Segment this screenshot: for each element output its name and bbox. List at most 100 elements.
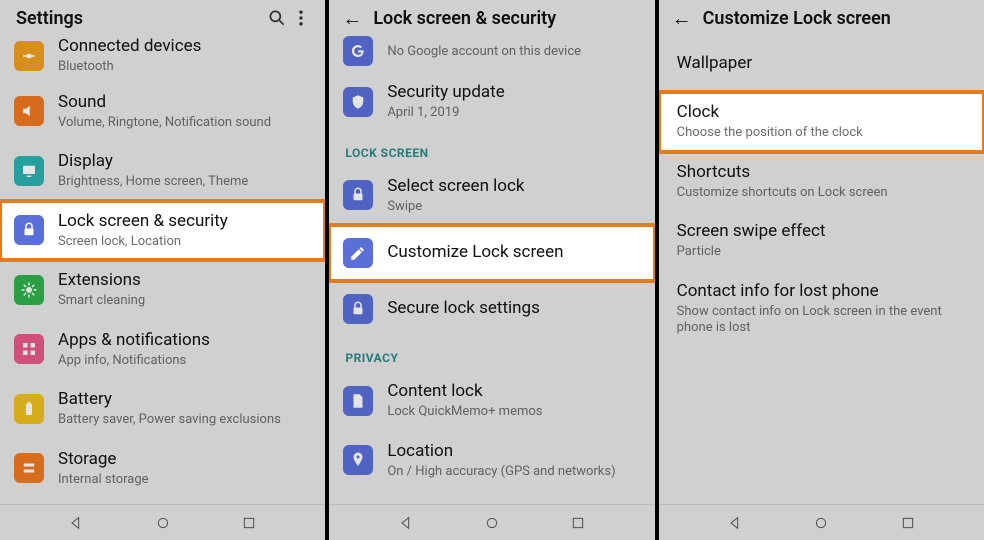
storage-icon: [14, 453, 44, 483]
lock-icon: [343, 180, 373, 210]
nav-home-icon[interactable]: [811, 513, 831, 533]
item-title: Select screen lock: [387, 176, 640, 197]
list-item[interactable]: No Google account on this device: [329, 36, 654, 72]
display-icon: [14, 156, 44, 186]
section-header: PRIVACY: [329, 337, 654, 371]
item-subtitle: Show contact info on Lock screen in the …: [677, 304, 970, 337]
ext-icon: [14, 275, 44, 305]
lock-security-list: No Google account on this device Security…: [329, 36, 654, 504]
header: Settings: [0, 0, 325, 36]
list-item[interactable]: Shortcuts Customize shortcuts on Lock scr…: [659, 152, 984, 212]
item-title: Contact info for lost phone: [677, 281, 970, 302]
section-header: LOCK SCREEN: [329, 132, 654, 166]
more-icon[interactable]: [289, 8, 313, 28]
list-item[interactable]: Location On / High accuracy (GPS and netw…: [329, 431, 654, 491]
item-subtitle: Smart cleaning: [58, 293, 311, 309]
item-title: Customize Lock screen: [387, 242, 640, 263]
list-item[interactable]: Apps & notificationsApp info, Notificati…: [0, 320, 325, 380]
item-subtitle: Screen lock, Location: [58, 234, 311, 250]
item-title: Content lock: [387, 381, 640, 402]
item-subtitle: Particle: [677, 244, 970, 260]
list-item[interactable]: Lock screen & security Screen lock, Locat…: [0, 201, 325, 261]
page-title: Lock screen & security: [373, 8, 642, 29]
google-icon: [343, 36, 373, 66]
item-title: Lock screen & security: [58, 211, 311, 232]
item-subtitle: Customize shortcuts on Lock screen: [677, 185, 970, 201]
list-item[interactable]: Wallpaper: [659, 36, 984, 92]
list-item[interactable]: Battery Battery saver, Power saving exclu…: [0, 379, 325, 439]
item-title: Display: [58, 151, 311, 172]
settings-list: Connected devices Bluetooth Sound Volume, R…: [0, 36, 325, 504]
pin-icon: [343, 445, 373, 475]
settings-panel: Settings Connected devices Bluetooth Sound…: [0, 0, 325, 540]
item-title: Wallpaper: [677, 53, 970, 74]
item-title: Shortcuts: [677, 162, 970, 183]
item-subtitle: On / High accuracy (GPS and networks): [387, 464, 640, 480]
nav-recent-icon[interactable]: [568, 513, 588, 533]
item-title: Security update: [387, 82, 640, 103]
nav-bar: [0, 504, 325, 540]
nav-bar: [659, 504, 984, 540]
item-subtitle: Volume, Ringtone, Notification sound: [58, 115, 311, 131]
lock-security-panel: ← Lock screen & security No Google accou…: [325, 0, 654, 540]
apps-icon: [14, 334, 44, 364]
nav-back-icon[interactable]: [725, 513, 745, 533]
item-title: Sound: [58, 92, 311, 113]
list-item[interactable]: Select screen lock Swipe: [329, 166, 654, 226]
list-item[interactable]: Content lock Lock QuickMemo+ memos: [329, 371, 654, 431]
list-item[interactable]: Storage Internal storage: [0, 439, 325, 499]
list-item[interactable]: Extensions Smart cleaning: [0, 260, 325, 320]
header: ← Lock screen & security: [329, 0, 654, 36]
customize-list: Wallpaper Clock Choose the position of the…: [659, 36, 984, 504]
doc-icon: [343, 386, 373, 416]
link-icon: [14, 41, 44, 71]
list-item[interactable]: Security update April 1, 2019: [329, 72, 654, 132]
list-item[interactable]: Sound Volume, Ringtone, Notification soun…: [0, 82, 325, 142]
item-subtitle: Bluetooth: [58, 59, 311, 75]
list-item[interactable]: Connected devices Bluetooth: [0, 36, 325, 82]
header: ← Customize Lock screen: [659, 0, 984, 36]
search-icon[interactable]: [265, 8, 289, 28]
list-item[interactable]: Clock Choose the position of the clock: [659, 92, 984, 152]
list-item[interactable]: Customize Lock screen: [329, 225, 654, 281]
back-icon[interactable]: ←: [671, 8, 693, 28]
item-subtitle: Internal storage: [58, 472, 311, 488]
item-title: Secure lock settings: [387, 298, 640, 319]
item-title: Screen swipe effect: [677, 221, 970, 242]
nav-recent-icon[interactable]: [239, 513, 259, 533]
sound-icon: [14, 96, 44, 126]
item-subtitle: No Google account on this device: [387, 44, 640, 60]
item-title: Connected devices: [58, 36, 311, 57]
item-subtitle: Battery saver, Power saving exclusions: [58, 412, 311, 428]
item-title: Clock: [677, 102, 970, 123]
nav-back-icon[interactable]: [396, 513, 416, 533]
item-title: Extensions: [58, 270, 311, 291]
nav-home-icon[interactable]: [482, 513, 502, 533]
list-item[interactable]: Screen swipe effect Particle: [659, 211, 984, 271]
lock-icon: [14, 215, 44, 245]
battery-icon: [14, 394, 44, 424]
item-subtitle: App info, Notifications: [58, 353, 311, 369]
nav-bar: [329, 504, 654, 540]
list-item[interactable]: Display Brightness, Home screen, Theme: [0, 141, 325, 201]
item-title: Storage: [58, 449, 311, 470]
nav-back-icon[interactable]: [66, 513, 86, 533]
item-title: Battery: [58, 389, 311, 410]
page-title: Customize Lock screen: [703, 8, 972, 29]
item-title: Location: [387, 441, 640, 462]
customize-lock-panel: ← Customize Lock screen Wallpaper Clock Ch…: [655, 0, 984, 540]
list-item[interactable]: Secure lock settings: [329, 281, 654, 337]
lock-icon: [343, 294, 373, 324]
nav-home-icon[interactable]: [153, 513, 173, 533]
nav-recent-icon[interactable]: [898, 513, 918, 533]
item-subtitle: Brightness, Home screen, Theme: [58, 174, 311, 190]
pencil-icon: [343, 238, 373, 268]
item-subtitle: Lock QuickMemo+ memos: [387, 404, 640, 420]
shield-icon: [343, 87, 373, 117]
item-subtitle: Choose the position of the clock: [677, 125, 970, 141]
item-subtitle: April 1, 2019: [387, 105, 640, 121]
back-icon[interactable]: ←: [341, 8, 363, 28]
list-item[interactable]: Contact info for lost phoneShow contact …: [659, 271, 984, 347]
item-subtitle: Swipe: [387, 199, 640, 215]
page-title: Settings: [16, 8, 265, 29]
